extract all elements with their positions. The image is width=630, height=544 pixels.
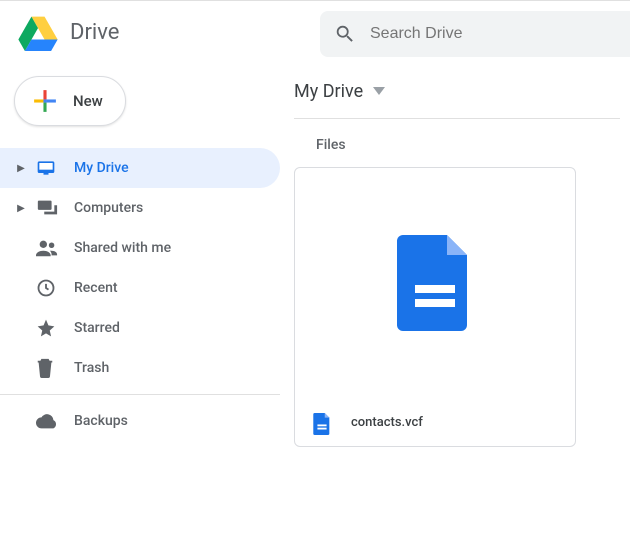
sidebar-item-shared[interactable]: Shared with me xyxy=(0,228,280,268)
sidebar-item-label: Computers xyxy=(74,200,143,216)
cloud-icon xyxy=(30,413,74,429)
file-icon xyxy=(397,235,473,331)
content: My Drive Files xyxy=(280,64,630,544)
search-input[interactable] xyxy=(370,25,550,43)
app-name: Drive xyxy=(70,20,119,45)
sidebar: New ▶ My Drive ▶ Computers xyxy=(0,64,280,544)
computers-icon xyxy=(30,198,74,218)
star-icon xyxy=(30,318,74,338)
new-button-label: New xyxy=(73,92,103,110)
sidebar-nav: ▶ My Drive ▶ Computers xyxy=(0,148,280,441)
breadcrumb-current: My Drive xyxy=(294,81,363,102)
sidebar-item-my-drive[interactable]: ▶ My Drive xyxy=(0,148,280,188)
breadcrumb[interactable]: My Drive xyxy=(294,64,620,118)
file-footer: contacts.vcf xyxy=(295,398,575,446)
sidebar-item-label: My Drive xyxy=(74,160,129,176)
trash-icon xyxy=(30,358,74,378)
clock-icon xyxy=(30,278,74,298)
sidebar-item-computers[interactable]: ▶ Computers xyxy=(0,188,280,228)
plus-icon xyxy=(31,87,73,115)
section-title-files: Files xyxy=(316,137,620,153)
new-button[interactable]: New xyxy=(14,76,126,126)
sidebar-item-label: Recent xyxy=(74,280,118,296)
file-name: contacts.vcf xyxy=(351,415,423,430)
chevron-down-icon xyxy=(373,87,385,95)
people-icon xyxy=(30,238,74,258)
divider xyxy=(0,394,280,395)
file-icon xyxy=(313,413,333,433)
logo-area: Drive xyxy=(18,15,320,51)
sidebar-item-backups[interactable]: Backups xyxy=(0,401,280,441)
topbar: Drive xyxy=(0,0,630,64)
my-drive-icon xyxy=(30,158,74,178)
sidebar-item-trash[interactable]: Trash xyxy=(0,348,280,388)
search-bar[interactable] xyxy=(320,11,630,57)
chevron-right-icon[interactable]: ▶ xyxy=(12,163,30,174)
sidebar-item-starred[interactable]: Starred xyxy=(0,308,280,348)
file-preview xyxy=(295,168,575,398)
divider xyxy=(294,118,620,119)
sidebar-item-label: Backups xyxy=(74,413,128,429)
sidebar-item-label: Starred xyxy=(74,320,120,336)
sidebar-item-label: Trash xyxy=(74,360,109,376)
sidebar-item-label: Shared with me xyxy=(74,240,171,256)
sidebar-item-recent[interactable]: Recent xyxy=(0,268,280,308)
chevron-right-icon[interactable]: ▶ xyxy=(12,203,30,214)
drive-logo-icon xyxy=(18,15,70,51)
search-icon xyxy=(334,23,356,45)
file-card[interactable]: contacts.vcf xyxy=(294,167,576,447)
